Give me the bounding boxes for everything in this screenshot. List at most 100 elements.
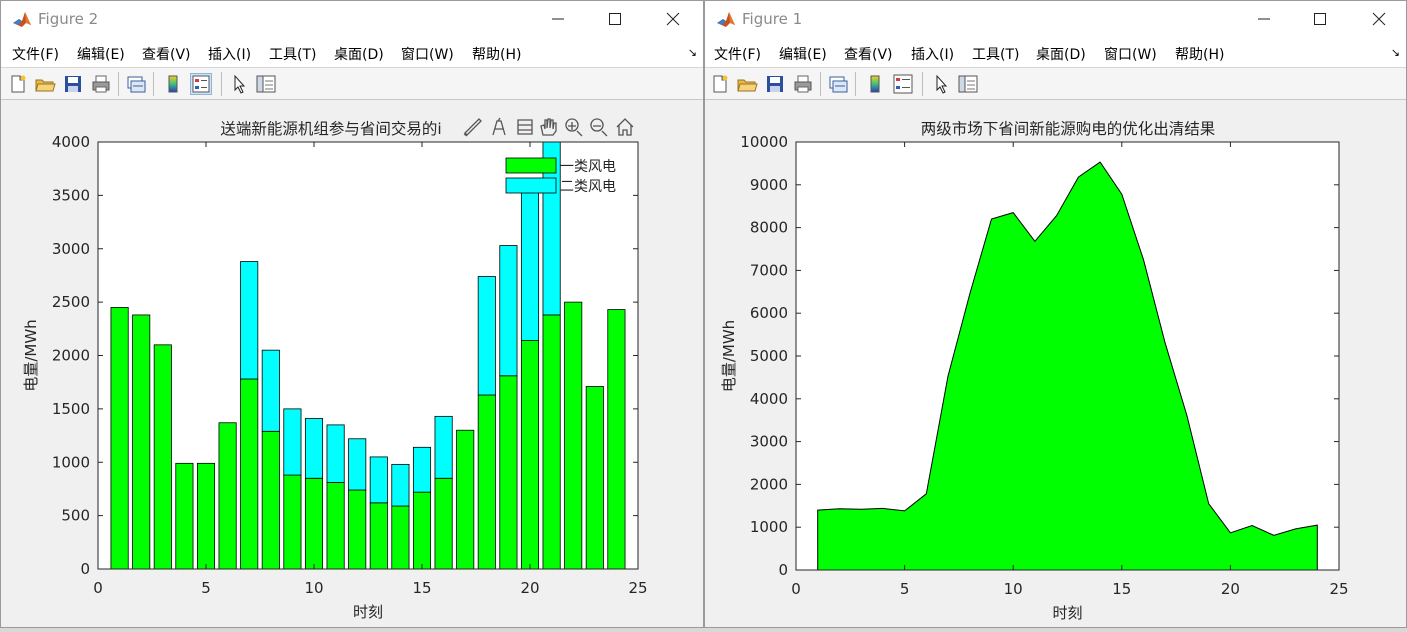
pointer-button[interactable] — [228, 73, 250, 95]
save-icon — [764, 73, 786, 95]
colorbar-button[interactable] — [162, 73, 184, 95]
menu-tools[interactable]: 工具(T) — [269, 44, 316, 64]
bar-series-2 — [500, 246, 517, 376]
bar-series-1 — [241, 379, 258, 569]
window-title: Figure 1 — [742, 10, 802, 28]
link-plot-button[interactable] — [827, 73, 849, 95]
minimize-button[interactable] — [1249, 7, 1279, 31]
print-button[interactable] — [90, 73, 112, 95]
menu-file[interactable]: 文件(F) — [12, 44, 59, 64]
close-icon — [1372, 12, 1386, 26]
axes-toolbar — [463, 115, 637, 139]
figure-toolbar — [705, 67, 1406, 100]
menu-view[interactable]: 查看(V) — [142, 44, 191, 64]
bar-series-1 — [521, 341, 538, 569]
link-plot-button[interactable] — [125, 73, 147, 95]
property-inspector-button[interactable] — [957, 73, 979, 95]
bar-series-1 — [370, 503, 387, 569]
title-bar[interactable]: Figure 1 — [705, 1, 1406, 38]
toolbar-separator — [855, 72, 856, 96]
close-button[interactable] — [658, 7, 688, 31]
bar-series-2 — [241, 262, 258, 379]
y-tick-label: 3500 — [52, 186, 90, 204]
bar-series-2 — [435, 416, 452, 478]
menu-overflow-icon[interactable]: ↘ — [1391, 46, 1400, 59]
menu-tools[interactable]: 工具(T) — [972, 44, 1019, 64]
pointer-button[interactable] — [930, 73, 952, 95]
maximize-icon — [1313, 12, 1327, 26]
y-tick-label: 5000 — [750, 347, 788, 365]
menu-window[interactable]: 窗口(W) — [401, 44, 454, 64]
pointer-icon — [930, 73, 952, 95]
y-tick-label: 8000 — [750, 219, 788, 237]
toolbar-separator — [820, 72, 821, 96]
new-figure-button[interactable] — [709, 73, 731, 95]
menu-view[interactable]: 查看(V) — [844, 44, 893, 64]
menu-insert[interactable]: 插入(I) — [911, 44, 954, 64]
legend-icon — [892, 73, 914, 95]
maximize-button[interactable] — [600, 7, 630, 31]
print-button[interactable] — [792, 73, 814, 95]
bar-series-1 — [133, 315, 150, 569]
bar-series-1 — [154, 345, 171, 569]
y-tick-label: 1000 — [52, 453, 90, 471]
y-tick-label: 3000 — [750, 433, 788, 451]
x-tick-label: 20 — [1221, 580, 1240, 598]
open-file-button[interactable] — [34, 73, 56, 95]
figure-canvas: 0510152025050010001500200025003000350040… — [1, 101, 703, 627]
menu-overflow-icon[interactable]: ↘ — [688, 46, 697, 59]
x-tick-label: 10 — [1004, 580, 1023, 598]
x-tick-label: 5 — [900, 580, 910, 598]
x-tick-label: 15 — [1112, 580, 1131, 598]
y-tick-label: 4000 — [52, 133, 90, 151]
legend-label: 二类风电 — [560, 179, 616, 195]
menu-insert[interactable]: 插入(I) — [208, 44, 251, 64]
bar-series-1 — [219, 423, 236, 569]
area-chart: 0510152025010002000300040005000600070008… — [705, 101, 1406, 628]
legend-button[interactable] — [892, 73, 914, 95]
legend-swatch — [506, 158, 556, 173]
title-bar[interactable]: Figure 2 — [1, 1, 703, 38]
figure-toolbar — [1, 67, 703, 100]
menu-desktop[interactable]: 桌面(D) — [334, 44, 384, 64]
y-tick-label: 10000 — [740, 133, 788, 151]
close-icon — [666, 12, 680, 26]
link-plot-icon — [125, 73, 147, 95]
y-tick-label: 1000 — [750, 518, 788, 536]
menu-desktop[interactable]: 桌面(D) — [1036, 44, 1086, 64]
property-inspector-button[interactable] — [255, 73, 277, 95]
new-figure-button[interactable] — [7, 73, 29, 95]
print-icon — [90, 73, 112, 95]
property-inspector-icon — [255, 73, 277, 95]
y-tick-label: 9000 — [750, 176, 788, 194]
menu-help[interactable]: 帮助(H) — [1175, 44, 1224, 64]
menu-edit[interactable]: 编辑(E) — [779, 44, 827, 64]
menu-file[interactable]: 文件(F) — [714, 44, 761, 64]
legend-label: 一类风电 — [560, 159, 616, 175]
bar-chart: 0510152025050010001500200025003000350040… — [1, 101, 703, 628]
figure-canvas: 0510152025010002000300040005000600070008… — [705, 101, 1406, 627]
save-button[interactable] — [62, 73, 84, 95]
new-figure-icon — [709, 73, 731, 95]
legend-button[interactable] — [190, 73, 212, 95]
y-tick-label: 4000 — [750, 390, 788, 408]
colorbar-icon — [864, 73, 886, 95]
open-file-button[interactable] — [736, 73, 758, 95]
save-button[interactable] — [764, 73, 786, 95]
bar-series-1 — [262, 431, 279, 569]
property-inspector-icon — [957, 73, 979, 95]
maximize-button[interactable] — [1305, 7, 1335, 31]
chart-title: 两级市场下省间新能源购电的优化出清结果 — [921, 120, 1216, 138]
menu-window[interactable]: 窗口(W) — [1104, 44, 1157, 64]
minimize-button[interactable] — [543, 7, 573, 31]
menu-edit[interactable]: 编辑(E) — [77, 44, 125, 64]
colorbar-button[interactable] — [864, 73, 886, 95]
menu-help[interactable]: 帮助(H) — [472, 44, 521, 64]
close-button[interactable] — [1364, 7, 1394, 31]
toolbar-separator — [922, 72, 923, 96]
bar-series-1 — [608, 310, 625, 569]
bar-series-1 — [392, 506, 409, 569]
legend-swatch — [506, 178, 556, 193]
save-icon — [62, 73, 84, 95]
bar-series-1 — [586, 386, 603, 569]
